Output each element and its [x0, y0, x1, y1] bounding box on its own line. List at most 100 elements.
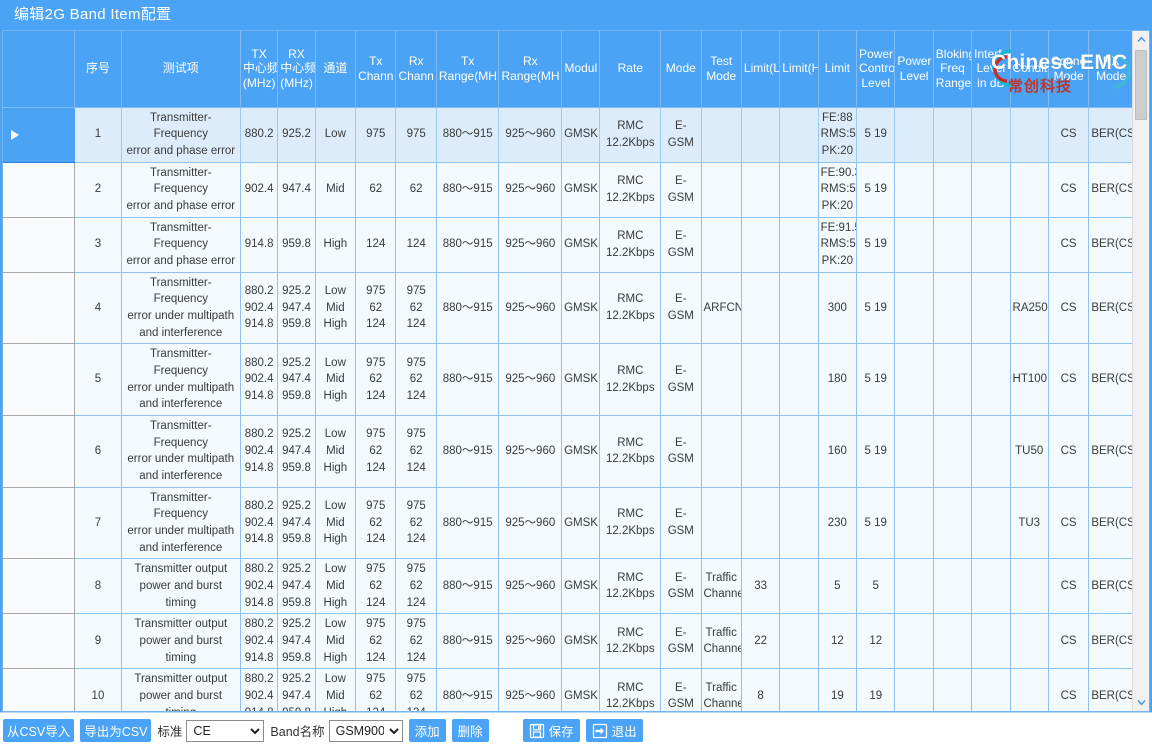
cell-tx_range[interactable]: 880～915: [436, 217, 500, 273]
cell-rx_chann[interactable]: 97562124: [395, 343, 437, 416]
cell-condition[interactable]: [1010, 217, 1049, 273]
cell-rx_range[interactable]: 925～960: [498, 343, 563, 416]
cell-interfere_level[interactable]: [971, 343, 1011, 416]
cell-power_control_level[interactable]: 5 19: [856, 272, 896, 345]
cell-mode[interactable]: E-GSM: [660, 272, 702, 345]
cell-tx_chann[interactable]: 97562124: [355, 668, 397, 711]
cell-bloking_freq_range[interactable]: [933, 613, 973, 670]
cell-rate[interactable]: RMC 12.2Kbps: [599, 415, 662, 488]
table-row[interactable]: 8 Transmitter output power and burst timing…: [3, 558, 1132, 615]
cell-mode[interactable]: E-GSM: [660, 668, 702, 711]
table-row[interactable]: 9 Transmitter output power and burst timing…: [3, 613, 1132, 670]
cell-tx_chann[interactable]: 62: [355, 162, 397, 218]
cell-rx_center_freq[interactable]: 925.2947.4959.8: [277, 558, 316, 615]
cell-test_item[interactable]: Transmitter-Frequency error and phase err…: [121, 107, 241, 163]
cell-limit_h[interactable]: [779, 613, 819, 670]
cell-channel[interactable]: LowMidHigh: [315, 613, 357, 670]
cell-limit_l[interactable]: [741, 415, 781, 488]
cell-tx_range[interactable]: 880～915: [436, 668, 500, 711]
cell-modul[interactable]: GMSK: [561, 162, 601, 218]
column-header-connect_mode[interactable]: Conne Mode: [1048, 31, 1090, 108]
cell-rx_chann[interactable]: 975: [395, 107, 437, 163]
cell-test_mode[interactable]: [701, 217, 742, 273]
cell-test_item[interactable]: Transmitter-Frequency error under multipa…: [121, 272, 241, 345]
cell-test_mode[interactable]: Traffic Channels: [701, 613, 742, 670]
row-selector-cell[interactable]: [3, 343, 76, 416]
exit-button[interactable]: 退出: [585, 719, 643, 742]
column-header-bloking_freq_range[interactable]: Bloking Freq Range: [933, 31, 973, 108]
delete-button[interactable]: 删除: [451, 719, 489, 742]
cell-tx_center_freq[interactable]: 880.2902.4914.8: [240, 415, 279, 488]
row-selector-cell[interactable]: [3, 668, 76, 711]
cell-bloking_freq_range[interactable]: [933, 107, 973, 163]
column-header-rx_range[interactable]: Rx Range(MH: [498, 31, 563, 108]
cell-rx_mode[interactable]: BER(CS): [1088, 415, 1132, 488]
cell-rate[interactable]: RMC 12.2Kbps: [599, 558, 662, 615]
cell-connect_mode[interactable]: CS: [1048, 558, 1090, 615]
cell-limit_l[interactable]: [741, 343, 781, 416]
table-row[interactable]: 1 Transmitter-Frequency error and phase er…: [3, 107, 1132, 163]
column-header-power_control_level[interactable]: Power Control Level: [856, 31, 896, 108]
column-header-test_item[interactable]: 测试项: [121, 31, 241, 108]
row-selector-cell[interactable]: [3, 415, 76, 488]
cell-tx_range[interactable]: 880～915: [436, 162, 500, 218]
cell-rate[interactable]: RMC 12.2Kbps: [599, 217, 662, 273]
column-header-rate[interactable]: Rate: [599, 31, 662, 108]
cell-limit_l[interactable]: 22: [741, 613, 781, 670]
cell-rx_range[interactable]: 925～960: [498, 217, 563, 273]
row-selector-cell[interactable]: [3, 272, 76, 345]
cell-rx_mode[interactable]: BER(CS): [1088, 613, 1132, 670]
cell-power_level[interactable]: [894, 272, 934, 345]
cell-limit_h[interactable]: [779, 415, 819, 488]
cell-test_item[interactable]: Transmitter-Frequency error and phase err…: [121, 217, 241, 273]
cell-test_mode[interactable]: [701, 107, 742, 163]
cell-rx_range[interactable]: 925～960: [498, 415, 563, 488]
row-selector-cell[interactable]: [3, 162, 76, 218]
cell-rx_mode[interactable]: BER(CS): [1088, 272, 1132, 345]
cell-channel[interactable]: LowMidHigh: [315, 668, 357, 711]
save-button[interactable]: 保存: [522, 719, 580, 742]
cell-tx_range[interactable]: 880～915: [436, 415, 500, 488]
table-row[interactable]: 4 Transmitter-Frequency error under multip…: [3, 272, 1132, 345]
cell-tx_range[interactable]: 880～915: [436, 487, 500, 560]
table-row[interactable]: 5 Transmitter-Frequency error under multip…: [3, 343, 1132, 416]
cell-limit[interactable]: 5: [818, 558, 858, 615]
cell-condition[interactable]: RA250: [1010, 272, 1049, 345]
column-header-tx_range[interactable]: Tx Range(MH: [436, 31, 500, 108]
cell-test_item[interactable]: Transmitter outputpower and bursttiming: [121, 613, 241, 670]
cell-rx_mode[interactable]: BER(CS): [1088, 162, 1132, 218]
cell-bloking_freq_range[interactable]: [933, 415, 973, 488]
cell-channel[interactable]: LowMidHigh: [315, 487, 357, 560]
cell-bloking_freq_range[interactable]: [933, 668, 973, 711]
cell-tx_range[interactable]: 880～915: [436, 613, 500, 670]
cell-power_level[interactable]: [894, 217, 934, 273]
cell-tx_center_freq[interactable]: 880.2902.4914.8: [240, 668, 279, 711]
cell-power_level[interactable]: [894, 343, 934, 416]
cell-limit_l[interactable]: [741, 217, 781, 273]
cell-mode[interactable]: E-GSM: [660, 343, 702, 416]
cell-tx_chann[interactable]: 97562124: [355, 272, 397, 345]
cell-connect_mode[interactable]: CS: [1048, 162, 1090, 218]
cell-rx_mode[interactable]: BER(CS): [1088, 558, 1132, 615]
cell-index[interactable]: 10: [74, 668, 122, 711]
cell-condition[interactable]: TU50: [1010, 415, 1049, 488]
cell-rx_chann[interactable]: 62: [395, 162, 437, 218]
cell-power_control_level[interactable]: 5 19: [856, 217, 896, 273]
scrollbar-thumb[interactable]: [1135, 50, 1147, 120]
cell-mode[interactable]: E-GSM: [660, 415, 702, 488]
cell-power_level[interactable]: [894, 162, 934, 218]
cell-limit_l[interactable]: [741, 107, 781, 163]
cell-rx_chann[interactable]: 97562124: [395, 668, 437, 711]
table-row[interactable]: 3 Transmitter-Frequency error and phase er…: [3, 217, 1132, 273]
cell-modul[interactable]: GMSK: [561, 107, 601, 163]
cell-tx_chann[interactable]: 97562124: [355, 613, 397, 670]
cell-rx_range[interactable]: 925～960: [498, 162, 563, 218]
cell-rx_chann[interactable]: 97562124: [395, 415, 437, 488]
cell-rx_range[interactable]: 925～960: [498, 487, 563, 560]
column-header-tx_chann[interactable]: Tx Chann: [355, 31, 397, 108]
cell-index[interactable]: 9: [74, 613, 122, 670]
cell-rx_mode[interactable]: BER(CS): [1088, 668, 1132, 711]
cell-index[interactable]: 3: [74, 217, 122, 273]
cell-test_mode[interactable]: [701, 343, 742, 416]
column-header-rx_center_freq[interactable]: RX 中心频率(MHz): [277, 31, 316, 108]
